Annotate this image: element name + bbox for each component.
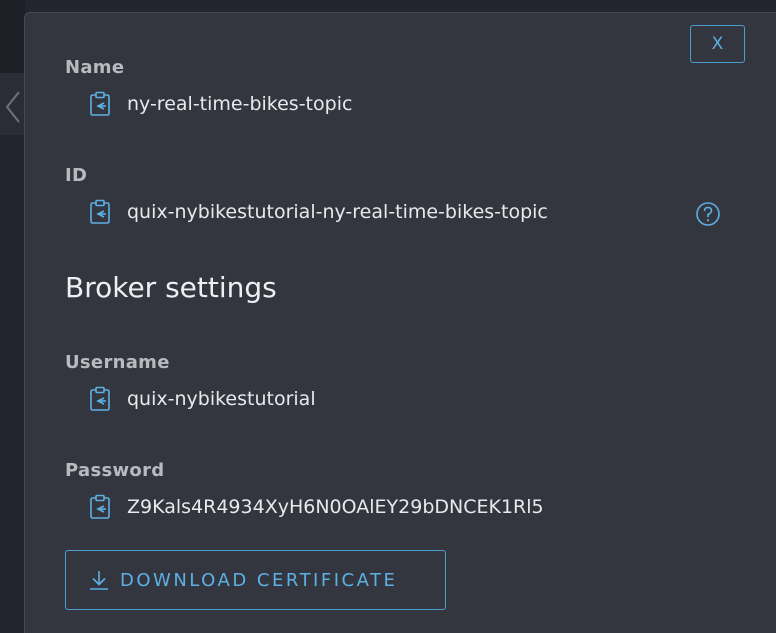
background-toolbar	[0, 0, 25, 73]
clipboard-copy-icon[interactable]	[89, 494, 111, 520]
download-certificate-label: DOWNLOAD CERTIFICATE	[120, 569, 398, 591]
name-label: Name	[65, 57, 125, 78]
download-icon	[90, 571, 108, 590]
name-value: ny-real-time-bikes-topic	[127, 93, 353, 115]
id-value: quix-nybikestutorial-ny-real-time-bikes-…	[127, 201, 548, 223]
close-button[interactable]: X	[690, 25, 745, 63]
password-value: Z9Kals4R4934XyH6N0OAlEY29bDNCEK1Rl5	[127, 496, 544, 518]
password-row: Z9Kals4R4934XyH6N0OAlEY29bDNCEK1Rl5	[89, 493, 544, 521]
clipboard-copy-icon[interactable]	[89, 91, 111, 117]
id-label: ID	[65, 165, 88, 186]
name-row: ny-real-time-bikes-topic	[89, 90, 352, 118]
chevron-left-icon[interactable]	[5, 90, 21, 124]
password-label: Password	[65, 460, 165, 481]
username-row: quix-nybikestutorial	[89, 385, 316, 413]
id-row: quix-nybikestutorial-ny-real-time-bikes-…	[89, 198, 548, 226]
topic-details-panel: X Name ny-real-time-bikes-topic ID quix-…	[24, 12, 776, 633]
username-label: Username	[65, 352, 170, 373]
clipboard-copy-icon[interactable]	[89, 199, 111, 225]
clipboard-copy-icon[interactable]	[89, 386, 111, 412]
download-certificate-button[interactable]: DOWNLOAD CERTIFICATE	[65, 550, 446, 610]
broker-settings-heading: Broker settings	[65, 271, 277, 304]
username-value: quix-nybikestutorial	[127, 388, 316, 410]
help-circle-icon[interactable]	[695, 201, 721, 227]
